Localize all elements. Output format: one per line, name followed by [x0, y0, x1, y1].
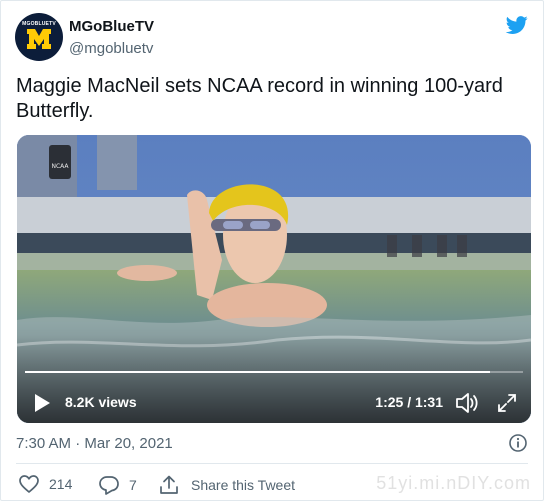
- share-action[interactable]: Share this Tweet: [159, 475, 295, 495]
- reply-count: 7: [129, 477, 137, 493]
- ncaa-badge: NCAA: [51, 163, 69, 170]
- author-name[interactable]: MGoBlueTV: [69, 18, 154, 35]
- block-m-logo: [27, 29, 51, 49]
- progress-bar[interactable]: [25, 371, 523, 373]
- heart-icon: [19, 475, 39, 493]
- tweet-timestamp[interactable]: 7:30 AM · Mar 20, 2021: [16, 435, 173, 452]
- play-icon[interactable]: [33, 393, 51, 413]
- avatar[interactable]: MGOBLUETV: [15, 13, 63, 61]
- reply-action[interactable]: 7: [99, 475, 137, 495]
- like-action[interactable]: 214: [19, 475, 72, 493]
- video-time: 1:25 / 1:31: [375, 394, 443, 410]
- reply-icon: [99, 476, 119, 495]
- twitter-bird-icon[interactable]: [505, 14, 529, 36]
- info-icon[interactable]: [508, 433, 528, 453]
- watermark: 51yi.mi.nDIY.com: [376, 473, 531, 493]
- like-count: 214: [49, 476, 73, 492]
- video-player[interactable]: NCAA 8.2K views 1:25 / 1:31: [17, 135, 531, 423]
- author-handle[interactable]: @mgobluetv: [69, 40, 153, 57]
- tweet-card: MGOBLUETV MGoBlueTV @mgobluetv Maggie Ma…: [0, 0, 544, 501]
- video-frame: NCAA: [17, 135, 531, 423]
- share-label: Share this Tweet: [191, 477, 296, 493]
- progress-fill: [25, 371, 491, 373]
- avatar-text: MGOBLUETV: [22, 21, 56, 27]
- fullscreen-icon[interactable]: [497, 393, 517, 413]
- volume-icon[interactable]: [455, 392, 479, 414]
- tweet-text: Maggie MacNeil sets NCAA record in winni…: [16, 75, 503, 122]
- view-count: 8.2K views: [65, 394, 137, 410]
- divider: [16, 463, 528, 464]
- share-icon: [160, 475, 178, 494]
